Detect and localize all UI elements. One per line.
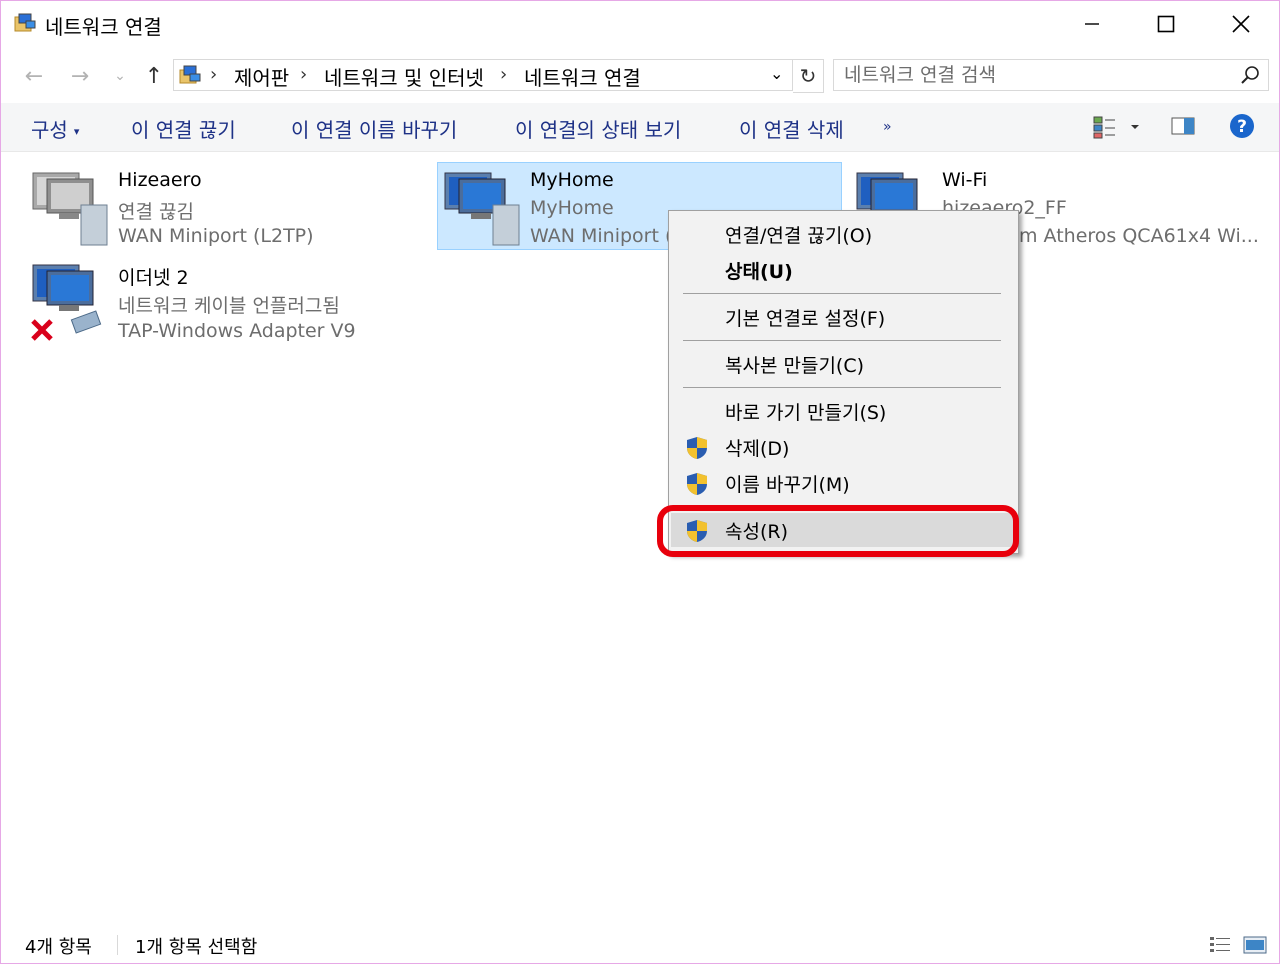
refresh-button[interactable]: ↻ (793, 59, 824, 93)
minimize-icon (1085, 23, 1099, 25)
organize-menu[interactable]: 구성 ▾ (31, 114, 79, 143)
menu-item-set-default[interactable]: 기본 연결로 설정(F) (671, 300, 1016, 334)
delete-connection-button[interactable]: 이 연결 삭제 (739, 114, 844, 143)
menu-separator (683, 340, 1001, 341)
forward-button[interactable]: → (65, 61, 95, 91)
context-menu: 연결/연결 끊기(O) 상태(U) 기본 연결로 설정(F) 복사본 만들기(C… (668, 210, 1019, 554)
status-selected-count: 1개 항목 선택함 (135, 937, 258, 958)
large-icons-view-icon (1243, 936, 1267, 954)
network-computer-icon (32, 172, 108, 246)
menu-item-create-shortcut[interactable]: 바로 가기 만들기(S) (671, 394, 1016, 428)
menu-item-label: 바로 가기 만들기(S) (725, 402, 887, 424)
network-connections-window: 네트워크 연결 ← → ⌄ ↑ › 제어판 › 네트워크 및 인터넷 › 네트워… (0, 0, 1280, 964)
maximize-icon (1157, 15, 1175, 33)
minimize-button[interactable] (1055, 1, 1129, 47)
menu-separator (683, 387, 1001, 388)
menu-separator (683, 293, 1001, 294)
breadcrumb-control-panel[interactable]: 제어판 (234, 62, 289, 91)
view-status-button[interactable]: 이 연결의 상태 보기 (515, 114, 681, 143)
breadcrumb-separator-icon: › (500, 64, 508, 85)
back-button[interactable]: ← (19, 61, 49, 91)
uac-shield-icon (687, 473, 707, 495)
connection-name: MyHome (530, 169, 614, 191)
view-options-icon (1093, 116, 1139, 139)
connection-device: WAN Miniport (L2TP) (118, 225, 314, 247)
connection-device: WAN Miniport ( (530, 225, 673, 247)
connection-status: 연결 끊김 (118, 201, 194, 223)
connection-item-ethernet-2[interactable]: 이더넷 2 네트워크 케이블 언플러그됨 TAP-Windows Adapter… (29, 261, 389, 345)
address-bar[interactable]: › 제어판 › 네트워크 및 인터넷 › 네트워크 연결 ⌄ (173, 59, 793, 91)
connection-device: m Atheros QCA61x4 Wi... (1019, 225, 1259, 247)
details-view-button[interactable] (1209, 935, 1231, 959)
arrow-right-icon: → (70, 63, 90, 89)
uac-shield-icon (687, 437, 707, 459)
address-dropdown-icon[interactable]: ⌄ (770, 64, 783, 83)
breadcrumb-network-internet[interactable]: 네트워크 및 인터넷 (324, 62, 484, 91)
preview-pane-icon (1171, 117, 1195, 135)
status-divider (117, 935, 118, 955)
connection-device: TAP-Windows Adapter V9 (118, 320, 356, 342)
more-commands-button[interactable]: » (883, 119, 892, 135)
menu-item-delete[interactable]: 삭제(D) (671, 430, 1016, 464)
close-icon (1232, 15, 1250, 33)
ethernet-computer-icon (31, 264, 102, 341)
menu-item-label: 연결/연결 끊기(O) (725, 225, 873, 247)
search-input[interactable] (844, 62, 1224, 88)
recent-locations-button[interactable]: ⌄ (105, 61, 135, 91)
connection-status: 네트워크 케이블 언플러그됨 (118, 295, 340, 317)
preview-pane-button[interactable] (1171, 116, 1197, 142)
chevron-down-icon: ⌄ (114, 68, 126, 84)
menu-item-copy[interactable]: 복사본 만들기(C) (671, 347, 1016, 381)
search-box[interactable] (833, 59, 1269, 91)
highlight-annotation-ring (657, 505, 1019, 557)
organize-label: 구성 (31, 118, 68, 142)
breadcrumb-separator-icon: › (300, 64, 308, 85)
breadcrumb-network-connections[interactable]: 네트워크 연결 (524, 62, 641, 91)
command-bar: 구성 ▾ 이 연결 끊기 이 연결 이름 바꾸기 이 연결의 상태 보기 이 연결… (1, 103, 1279, 152)
rename-button[interactable]: 이 연결 이름 바꾸기 (291, 114, 457, 143)
network-folder-icon (14, 13, 36, 32)
connection-item-hizeaero[interactable]: Hizeaero 연결 끊김 WAN Miniport (L2TP) (29, 167, 329, 249)
large-icons-view-button[interactable] (1243, 935, 1267, 959)
help-icon: ? (1230, 114, 1254, 138)
connection-status: MyHome (530, 197, 614, 219)
menu-item-label: 복사본 만들기(C) (725, 355, 865, 377)
connection-name: Wi-Fi (942, 169, 988, 191)
change-view-button[interactable] (1093, 115, 1143, 143)
control-panel-icon (179, 65, 201, 84)
help-button[interactable]: ? (1229, 113, 1255, 143)
maximize-button[interactable] (1129, 1, 1203, 47)
menu-item-label: 삭제(D) (725, 438, 790, 460)
connection-name: 이더넷 2 (118, 267, 189, 289)
refresh-icon: ↻ (799, 64, 817, 88)
connection-name: Hizeaero (118, 169, 202, 191)
arrow-left-icon: ← (24, 63, 44, 89)
disconnect-button[interactable]: 이 연결 끊기 (131, 114, 236, 143)
status-item-count: 4개 항목 (25, 937, 92, 958)
breadcrumb-separator-icon: › (210, 64, 218, 85)
search-icon[interactable] (1240, 65, 1260, 85)
menu-item-label: 기본 연결로 설정(F) (725, 308, 886, 330)
arrow-up-icon: ↑ (144, 63, 164, 89)
menu-item-connect-disconnect[interactable]: 연결/연결 끊기(O) (671, 217, 1016, 251)
window-title: 네트워크 연결 (45, 15, 162, 39)
menu-item-label: 이름 바꾸기(M) (725, 474, 850, 496)
menu-item-status[interactable]: 상태(U) (671, 253, 1016, 287)
menu-item-rename[interactable]: 이름 바꾸기(M) (671, 466, 1016, 500)
title-bar[interactable]: 네트워크 연결 (1, 1, 1279, 47)
details-view-icon (1210, 937, 1230, 952)
caret-down-icon: ▾ (73, 125, 80, 138)
close-button[interactable] (1204, 1, 1278, 47)
up-button[interactable]: ↑ (139, 61, 169, 91)
network-computer-icon (444, 172, 520, 246)
menu-item-label: 상태(U) (725, 261, 793, 283)
svg-text:?: ? (1237, 117, 1247, 137)
